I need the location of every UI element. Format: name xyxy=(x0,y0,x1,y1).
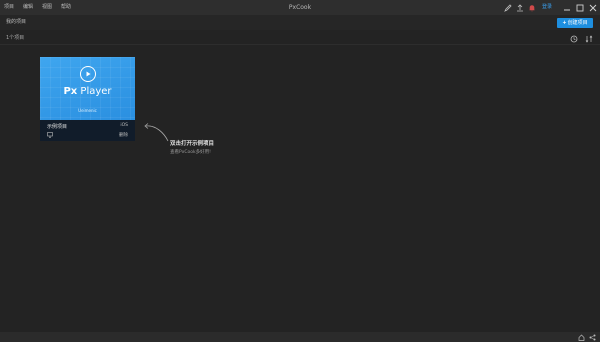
curved-arrow-icon xyxy=(144,123,169,142)
home-icon[interactable] xyxy=(577,333,585,341)
project-name: 示例项目 xyxy=(47,124,68,130)
menu-bar: 项目 编辑 视图 帮助 xyxy=(4,0,71,15)
new-project-label: 创建项目 xyxy=(567,20,588,26)
share-icon[interactable] xyxy=(588,333,596,341)
status-bar xyxy=(0,332,600,342)
menu-item-view[interactable]: 视图 xyxy=(42,0,52,15)
card-info: 示例项目 iOS 删除 xyxy=(40,120,135,141)
project-card[interactable]: Px Player Ueimenic 示例项目 iOS 删除 xyxy=(40,57,135,141)
logo-rest: Player xyxy=(77,86,112,97)
hint-subtitle: 查看PxCook多好用! xyxy=(170,150,211,155)
maximize-icon[interactable] xyxy=(574,2,585,13)
play-icon xyxy=(80,66,96,82)
sort-icon[interactable] xyxy=(584,34,593,43)
new-project-button[interactable]: +创建项目 xyxy=(557,18,593,28)
project-thumbnail: Px Player Ueimenic xyxy=(40,57,135,120)
app-window: 项目 编辑 视图 帮助 PxCook 登录 我的项目 +创建项目 1个项目 Px… xyxy=(0,0,600,342)
project-count: 1个项目 xyxy=(6,35,25,41)
hint-title: 双击打开示例项目 xyxy=(170,141,215,147)
menu-item-help[interactable]: 帮助 xyxy=(61,0,71,15)
title-bar: 项目 编辑 视图 帮助 PxCook 登录 xyxy=(0,0,600,15)
plus-icon: + xyxy=(562,20,567,26)
close-icon[interactable] xyxy=(587,2,598,13)
logo-prefix: Px xyxy=(63,86,78,97)
thumbnail-caption: Ueimenic xyxy=(78,108,97,113)
project-platform: iOS xyxy=(120,123,128,128)
bell-icon[interactable] xyxy=(527,3,536,12)
pen-icon[interactable] xyxy=(503,3,512,12)
minimize-icon[interactable] xyxy=(561,2,572,13)
clock-icon[interactable] xyxy=(569,34,578,43)
upload-icon[interactable] xyxy=(515,3,524,12)
monitor-icon xyxy=(47,132,53,138)
menu-item-edit[interactable]: 编辑 xyxy=(23,0,33,15)
menu-item-project[interactable]: 项目 xyxy=(4,0,14,15)
toolbar: 我的项目 xyxy=(0,15,600,30)
section-title: 我的项目 xyxy=(6,19,27,25)
login-link[interactable]: 登录 xyxy=(542,0,552,15)
delete-project-button[interactable]: 删除 xyxy=(119,132,128,138)
thumbnail-logo: Px Player xyxy=(40,86,135,97)
sub-bar: 1个项目 xyxy=(0,31,600,45)
